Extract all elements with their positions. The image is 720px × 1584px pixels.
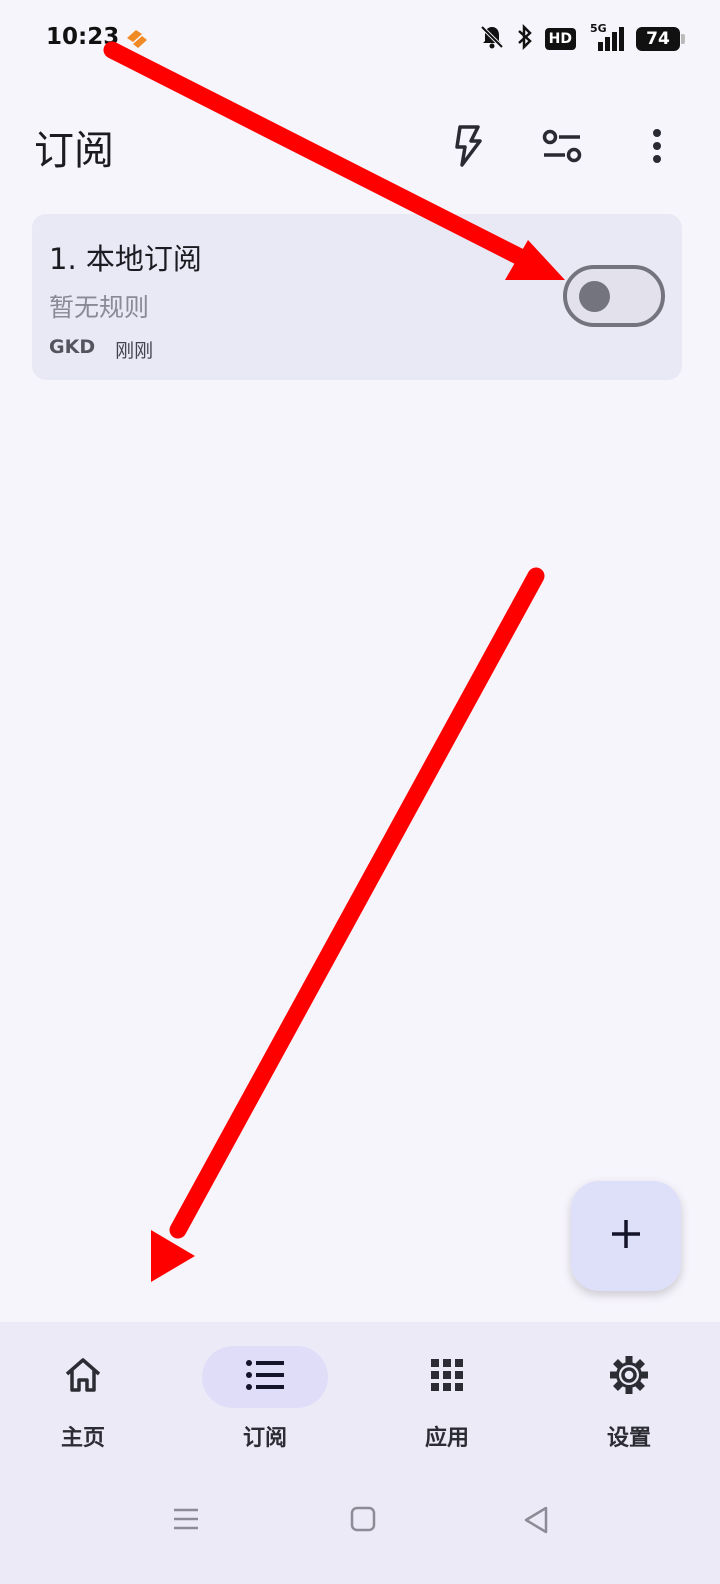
more-options-button[interactable]	[629, 120, 685, 176]
subscription-source: GKD	[49, 336, 96, 358]
nav-indicator-active	[202, 1346, 328, 1408]
page-title: 订阅	[34, 128, 114, 174]
nav-label-home: 主页	[60, 1426, 105, 1451]
subscription-card[interactable]: 1. 本地订阅 暂无规则 GKD 刚刚	[32, 214, 682, 380]
hd-icon: HD	[544, 28, 576, 50]
system-navigation	[0, 1470, 720, 1580]
signal-5g-icon: 5G	[586, 22, 626, 52]
list-icon	[245, 1359, 285, 1395]
top-app-bar: 订阅	[0, 100, 720, 190]
nav-indicator	[384, 1346, 510, 1408]
subscription-toggle[interactable]	[563, 265, 665, 327]
status-time: 10:23	[46, 24, 120, 50]
nav-label-subscriptions: 订阅	[242, 1426, 287, 1451]
home-icon	[63, 1356, 103, 1398]
status-bar: 10:23 HD 5G 74	[0, 0, 720, 80]
nav-label-settings: 设置	[606, 1426, 651, 1451]
flash-button[interactable]	[440, 120, 496, 176]
annotation-arrow-to-nav	[151, 567, 545, 1282]
mute-bell-icon	[479, 24, 505, 54]
more-vert-icon	[651, 128, 663, 168]
filter-button[interactable]	[534, 120, 590, 176]
battery-level: 74	[646, 29, 670, 49]
nav-item-home[interactable]: 主页	[0, 1346, 168, 1456]
grid-icon	[429, 1357, 465, 1397]
menu-icon[interactable]	[172, 1506, 200, 1536]
toggle-knob	[579, 281, 610, 312]
nav-indicator	[20, 1346, 146, 1408]
home-square-icon[interactable]	[350, 1506, 376, 1536]
subscription-meta: GKD 刚刚	[49, 336, 153, 363]
nav-item-settings[interactable]: 设置	[544, 1346, 714, 1456]
battery-icon: 74	[636, 27, 685, 51]
bluetooth-icon	[515, 23, 535, 54]
add-icon	[609, 1217, 643, 1255]
nav-item-apps[interactable]: 应用	[362, 1346, 532, 1456]
add-subscription-button[interactable]	[571, 1181, 681, 1291]
app-notification-icon	[124, 28, 150, 54]
flash-icon	[452, 125, 484, 171]
back-triangle-icon[interactable]	[522, 1506, 550, 1538]
subscription-updated: 刚刚	[115, 340, 154, 362]
gear-icon	[608, 1354, 650, 1400]
nav-indicator	[566, 1346, 692, 1408]
subscription-name: 1. 本地订阅	[49, 242, 202, 276]
status-icons: HD 5G 74	[479, 22, 685, 54]
nav-item-subscriptions[interactable]: 订阅	[180, 1346, 350, 1456]
nav-label-apps: 应用	[424, 1426, 469, 1451]
filter-sliders-icon	[542, 128, 582, 168]
subscription-description: 暂无规则	[49, 293, 150, 322]
